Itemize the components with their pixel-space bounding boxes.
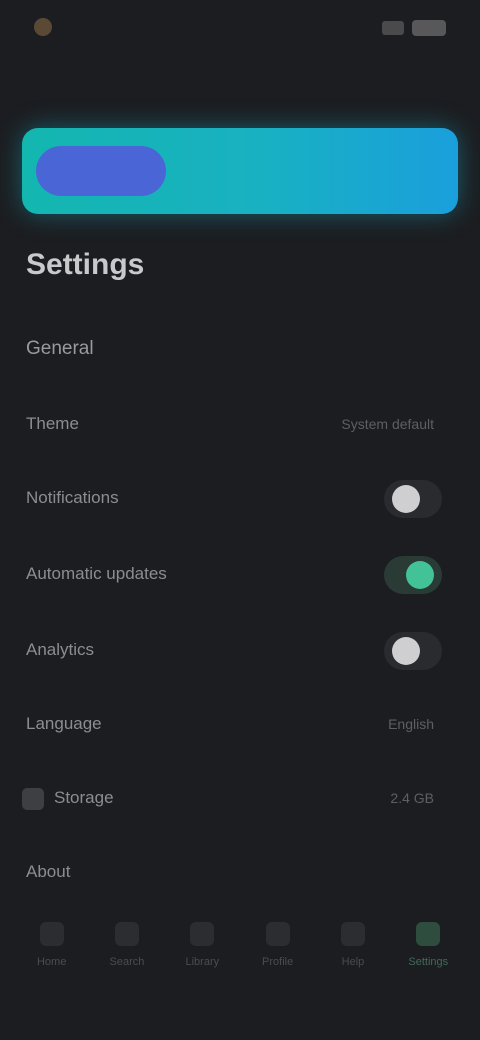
search-icon — [114, 922, 139, 946]
nav-label: Library — [185, 956, 220, 968]
bottom-nav: Home Search Library Profile Help Setting… — [0, 912, 480, 1000]
settings-row-theme[interactable]: Theme System default — [0, 396, 480, 456]
nav-label: Profile — [262, 956, 294, 968]
notifications-toggle[interactable] — [384, 480, 442, 518]
toggle-knob — [392, 485, 420, 513]
settings-row-language[interactable]: Language English — [0, 696, 480, 756]
row-label: About — [26, 862, 71, 881]
library-icon — [190, 922, 215, 946]
nav-label: Settings — [408, 956, 449, 968]
row-value: English — [388, 716, 434, 732]
battery-icon — [412, 20, 446, 36]
settings-row-notifications[interactable]: Notifications — [0, 470, 480, 530]
status-right — [382, 20, 446, 36]
page-title: Settings — [26, 248, 145, 281]
promo-banner[interactable] — [22, 128, 458, 214]
gear-icon — [416, 922, 441, 946]
nav-label: Search — [109, 956, 145, 968]
nav-item-home[interactable]: Home — [22, 912, 82, 982]
nav-item-library[interactable]: Library — [172, 912, 232, 982]
nav-label: Help — [341, 956, 365, 968]
signal-icon — [382, 21, 404, 35]
nav-item-help[interactable]: Help — [323, 912, 383, 982]
row-value: System default — [341, 416, 434, 432]
profile-icon — [265, 922, 290, 946]
app-icon — [34, 18, 52, 36]
row-label: Automatic updates — [26, 564, 167, 583]
help-icon — [340, 922, 365, 946]
row-label: Language — [26, 714, 102, 733]
status-left — [34, 18, 62, 36]
toggle-knob — [406, 561, 434, 589]
status-bar — [0, 0, 480, 64]
analytics-toggle[interactable] — [384, 632, 442, 670]
row-label: Storage — [54, 788, 114, 807]
settings-row-analytics[interactable]: Analytics — [0, 622, 480, 682]
settings-row-auto-updates[interactable]: Automatic updates — [0, 546, 480, 606]
row-label: Analytics — [26, 640, 95, 659]
home-icon — [39, 922, 64, 946]
nav-item-profile[interactable]: Profile — [248, 912, 308, 982]
settings-row-about[interactable]: About — [0, 844, 480, 904]
section-title: General — [26, 338, 94, 359]
row-value: 2.4 GB — [390, 790, 434, 806]
row-label: Notifications — [26, 488, 119, 507]
storage-icon — [22, 788, 44, 810]
row-label: Theme — [26, 414, 79, 433]
banner-pill-button[interactable] — [36, 146, 166, 196]
settings-row-storage[interactable]: Storage 2.4 GB — [0, 770, 480, 830]
toggle-knob — [392, 637, 420, 665]
section-header: General — [0, 320, 480, 380]
nav-label: Home — [36, 956, 67, 968]
nav-item-search[interactable]: Search — [97, 912, 157, 982]
nav-item-settings[interactable]: Settings — [398, 912, 458, 982]
auto-updates-toggle[interactable] — [384, 556, 442, 594]
